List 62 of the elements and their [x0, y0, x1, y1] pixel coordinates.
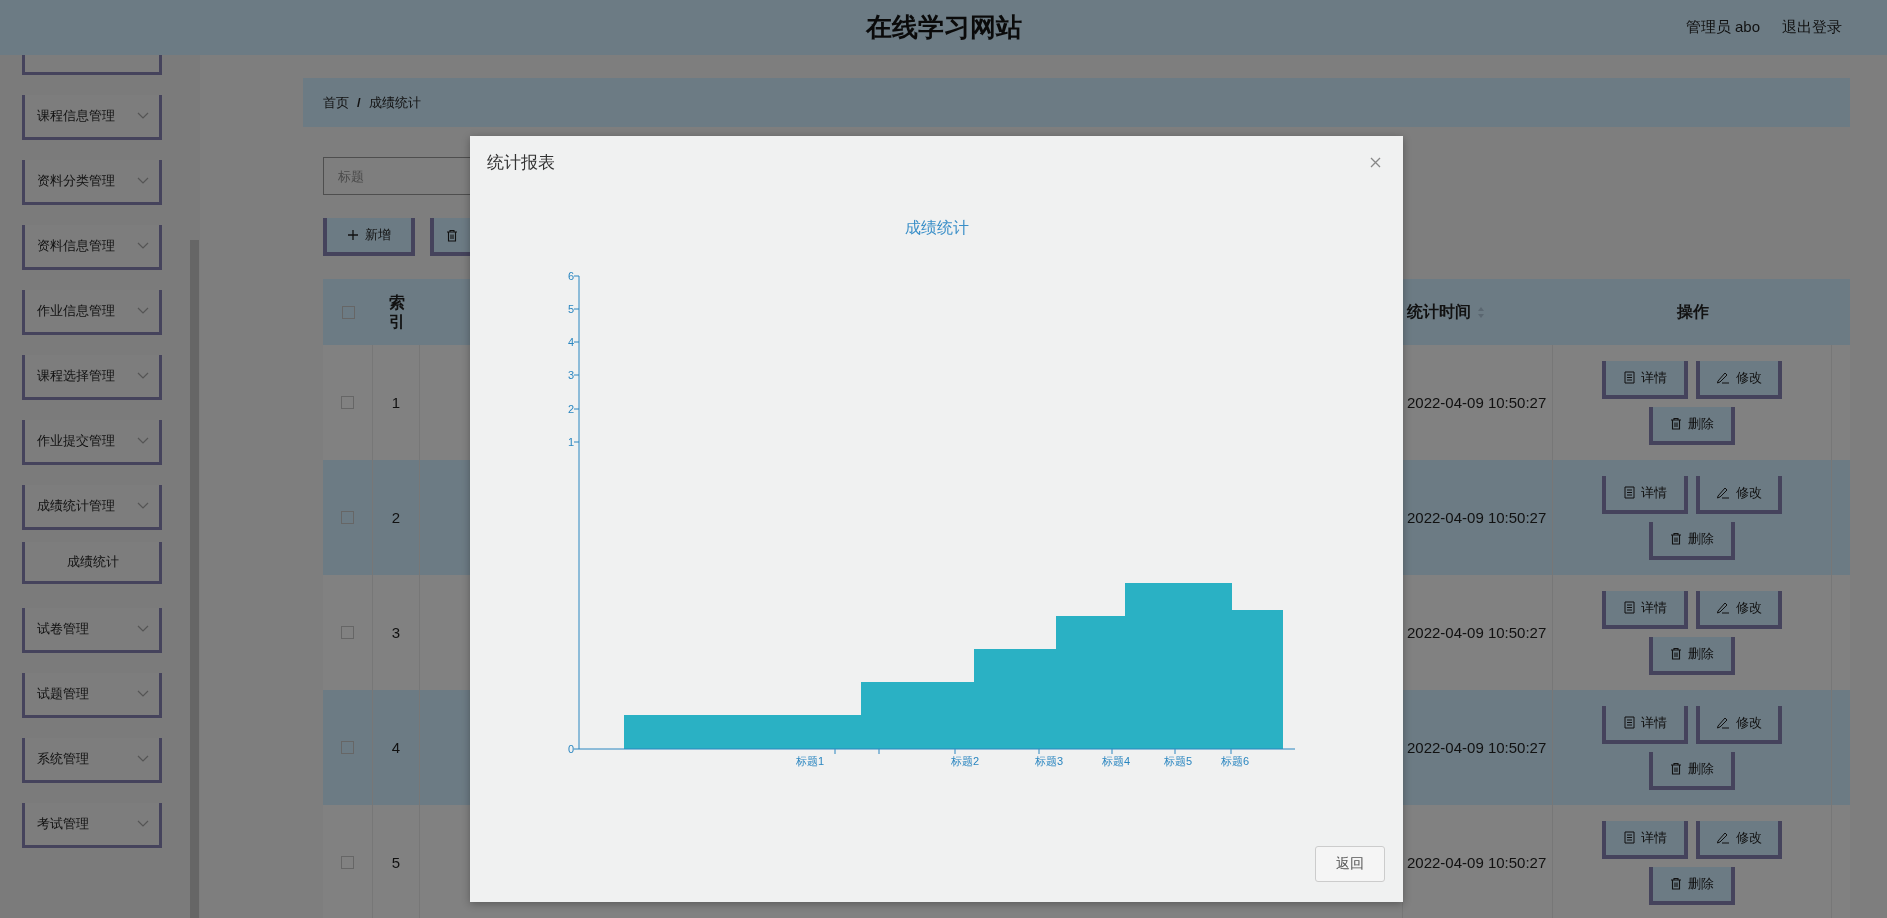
- sidebar-item[interactable]: 资料信息管理: [22, 225, 162, 270]
- column-header: 索引: [388, 292, 405, 332]
- sidebar-item[interactable]: 课程选择管理: [22, 355, 162, 400]
- table-cell: 2022-04-09 10:50:27: [1407, 854, 1547, 871]
- detail-button[interactable]: 详情: [1602, 360, 1688, 399]
- breadcrumb-link[interactable]: 成绩统计: [368, 93, 421, 112]
- table-cell: 2022-04-09 10:50:27: [1407, 739, 1547, 756]
- detail-button[interactable]: 详情: [1602, 820, 1688, 859]
- breadcrumb-separator: /: [357, 95, 361, 110]
- detail-button[interactable]: 详情: [1602, 475, 1688, 514]
- table-cell: 2022-04-09 10:50:27: [1407, 394, 1547, 411]
- edit-button[interactable]: 修改: [1696, 475, 1782, 514]
- column-header[interactable]: 统计时间: [1407, 301, 1471, 323]
- delete-button[interactable]: 删除: [1649, 866, 1735, 905]
- sidebar-item[interactable]: 考试管理: [22, 803, 162, 848]
- table-cell: 2: [391, 509, 401, 526]
- y-tick-label: 1: [567, 436, 574, 448]
- x-tick-label: 标题6: [1220, 755, 1250, 767]
- delete-button[interactable]: 删除: [1649, 406, 1735, 445]
- table-cell: 2022-04-09 10:50:27: [1407, 509, 1547, 526]
- table-cell: 5: [391, 854, 401, 871]
- sidebar-item[interactable]: 成绩统计管理: [22, 485, 162, 530]
- y-tick-label: 2: [567, 403, 574, 415]
- sidebar-item[interactable]: 系统管理: [22, 738, 162, 783]
- chart-title: 成绩统计: [904, 218, 969, 238]
- x-tick-label: 标题1: [795, 755, 825, 767]
- delete-button[interactable]: 删除: [1649, 751, 1735, 790]
- delete-button[interactable]: 删除: [1649, 521, 1735, 560]
- user-name: 管理员 abo: [1685, 18, 1760, 37]
- x-tick-label: 标题2: [950, 755, 980, 767]
- table-cell: 2022-04-09 10:50:27: [1407, 624, 1547, 641]
- breadcrumb-link[interactable]: 首页: [323, 93, 349, 112]
- y-tick-label: 4: [567, 336, 574, 348]
- delete-button[interactable]: 删除: [1649, 636, 1735, 675]
- sidebar-item[interactable]: 作业信息管理: [22, 290, 162, 335]
- logout-link[interactable]: 退出登录: [1782, 18, 1842, 37]
- column-header: 操作: [1676, 301, 1709, 322]
- edit-button[interactable]: 修改: [1696, 590, 1782, 629]
- x-tick-label: 标题5: [1163, 755, 1193, 767]
- sidebar-item[interactable]: 作业提交管理: [22, 420, 162, 465]
- edit-button[interactable]: 修改: [1696, 360, 1782, 399]
- y-tick-label: 3: [567, 369, 574, 381]
- y-tick-label: 6: [567, 270, 574, 282]
- y-tick-label: 0: [567, 743, 574, 755]
- sidebar-subitem[interactable]: 成绩统计: [22, 542, 162, 584]
- back-button[interactable]: 返回: [1315, 846, 1385, 882]
- site-title: 在线学习网站: [865, 11, 1022, 44]
- x-tick-label: 标题4: [1101, 755, 1131, 767]
- detail-button[interactable]: 详情: [1602, 590, 1688, 629]
- table-cell: 1: [391, 394, 401, 411]
- sidebar-item[interactable]: 资料分类管理: [22, 160, 162, 205]
- table-cell: 3: [391, 624, 401, 641]
- detail-button[interactable]: 详情: [1602, 705, 1688, 744]
- edit-button[interactable]: 修改: [1696, 705, 1782, 744]
- edit-button[interactable]: 修改: [1696, 820, 1782, 859]
- sidebar-item[interactable]: 试题管理: [22, 673, 162, 718]
- table-cell: 4: [391, 739, 401, 756]
- sidebar-item[interactable]: 课程信息管理: [22, 95, 162, 140]
- sidebar-item[interactable]: 试卷管理: [22, 608, 162, 653]
- y-tick-label: 5: [567, 303, 574, 315]
- add-button[interactable]: 新增: [323, 218, 415, 256]
- x-tick-label: 标题3: [1034, 755, 1064, 767]
